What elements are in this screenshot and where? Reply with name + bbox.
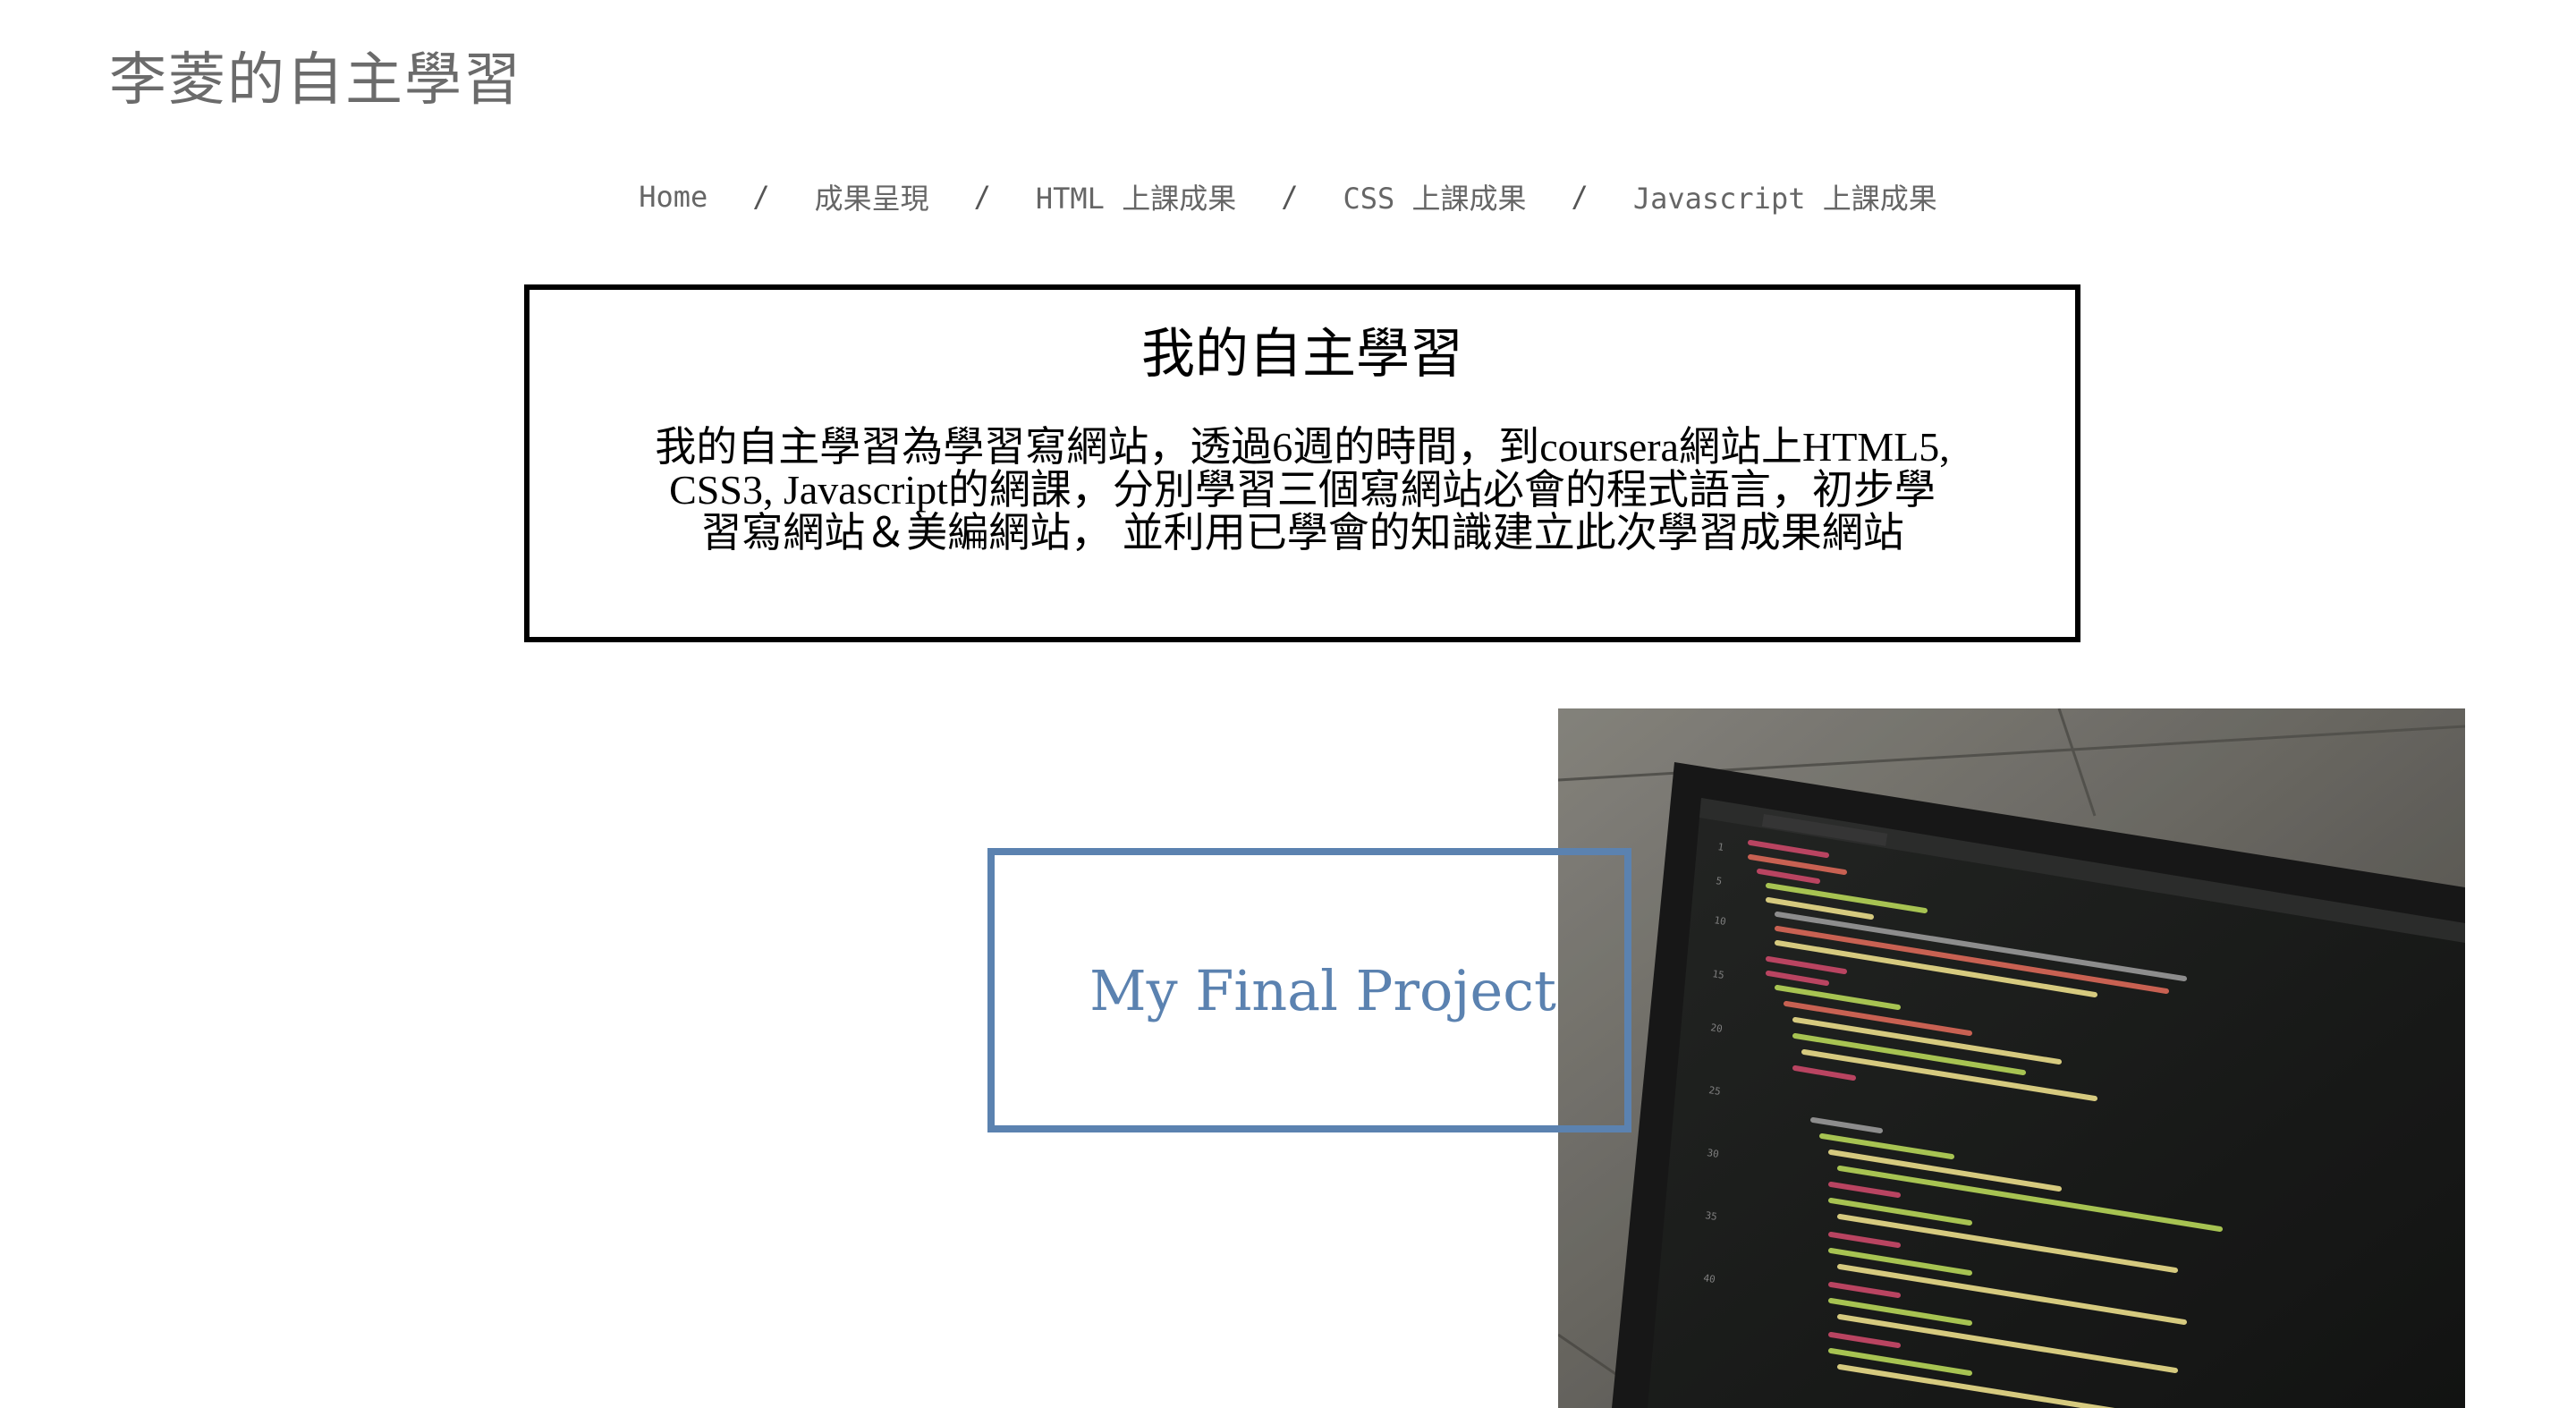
intro-heading: 我的自主學習: [1141, 323, 1463, 386]
nav-item-javascript[interactable]: Javascript 上課成果: [1633, 176, 1937, 217]
site-title: 李菱的自主學習: [109, 47, 522, 114]
nav-separator: /: [1571, 180, 1589, 214]
intro-box: 我的自主學習 我的自主學習為學習寫網站，透過6週的時間，到coursera網站上…: [524, 284, 2080, 642]
laptop-code-photo: 1 5 10 15 20 25 30 35 40: [1558, 708, 2465, 1408]
main-nav: Home / 成果呈現 / HTML 上課成果 / CSS 上課成果 / Jav…: [0, 172, 2576, 222]
intro-text: 我的自主學習為學習寫網站，透過6週的時間，到coursera網站上HTML5, …: [655, 424, 1950, 556]
project-title: My Final Project: [1089, 957, 1556, 1023]
project-title-box: My Final Project: [987, 848, 1631, 1132]
nav-item-results[interactable]: 成果呈現: [815, 176, 929, 217]
nav-item-home[interactable]: Home: [639, 180, 708, 214]
nav-item-css[interactable]: CSS 上課成果: [1343, 176, 1526, 217]
nav-separator: /: [752, 180, 770, 214]
nav-item-html[interactable]: HTML 上課成果: [1036, 176, 1236, 217]
nav-separator: /: [973, 180, 991, 214]
nav-separator: /: [1281, 180, 1299, 214]
